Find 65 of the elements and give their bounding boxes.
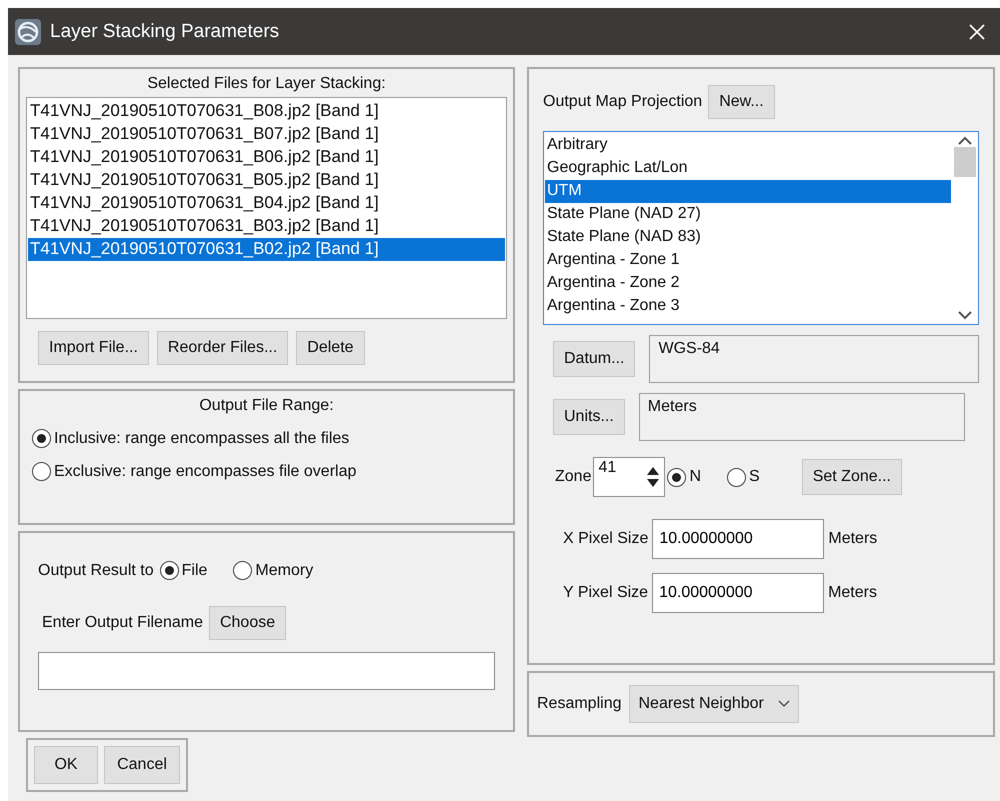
unit-label: Meters xyxy=(828,530,878,548)
globe-icon xyxy=(14,18,42,46)
chevron-down-icon xyxy=(778,700,790,708)
file-button[interactable]: Import File... xyxy=(38,331,149,365)
filename-label: Enter Output Filename xyxy=(42,614,203,632)
window-title: Layer Stacking Parameters xyxy=(50,20,280,42)
scroll-down-icon[interactable] xyxy=(958,311,972,320)
projection-list-item[interactable]: Arbitrary xyxy=(545,134,951,157)
radio-option[interactable]: N xyxy=(667,468,702,486)
radio-button[interactable] xyxy=(667,468,686,486)
file-list-item[interactable]: T41VNJ_20190510T070631_B08.jp2 [Band 1] xyxy=(28,100,505,123)
resampling-dropdown[interactable]: Nearest Neighbor xyxy=(629,685,799,723)
units-value: Meters xyxy=(638,393,965,441)
file-list-item[interactable]: T41VNJ_20190510T070631_B02.jp2 [Band 1] xyxy=(28,238,505,261)
radio-option[interactable]: S xyxy=(727,468,760,486)
scroll-thumb[interactable] xyxy=(954,147,976,177)
close-icon[interactable] xyxy=(968,22,986,40)
zone-spinner[interactable]: 41 xyxy=(593,457,666,497)
pixel-size-label: Y Pixel Size xyxy=(563,584,648,602)
file-list-item[interactable]: T41VNJ_20190510T070631_B07.jp2 [Band 1] xyxy=(28,123,505,146)
group-title: Selected Files for Layer Stacking: xyxy=(146,75,387,93)
projection-list-item[interactable]: State Plane (NAD 27) xyxy=(545,203,951,226)
file-list-item[interactable]: T41VNJ_20190510T070631_B03.jp2 [Band 1] xyxy=(28,215,505,238)
pixel-size-field[interactable]: 10.00000000 xyxy=(652,573,824,613)
set-zone-button[interactable]: Set Zone... xyxy=(802,459,902,495)
choose-button[interactable]: Choose xyxy=(208,606,286,640)
radio-button[interactable] xyxy=(32,462,51,481)
new-button[interactable]: New... xyxy=(708,85,775,119)
projection-list-item[interactable]: UTM xyxy=(545,180,951,203)
projection-list[interactable]: Arbitrary Geographic Lat/Lon UTM State Plane (NAD 27) State Plane (NAD 83) Argentina - Zone 1 Argentina - Zone 2 Argentina - Zone 3 xyxy=(543,131,979,325)
file-list-item[interactable]: T41VNJ_20190510T070631_B06.jp2 [Band 1] xyxy=(28,146,505,169)
radio-option[interactable]: File xyxy=(160,561,208,580)
file-list-item[interactable]: T41VNJ_20190510T070631_B04.jp2 [Band 1] xyxy=(28,192,505,215)
group-title: Output File Range: xyxy=(198,397,335,415)
projection-list-item[interactable]: Geographic Lat/Lon xyxy=(545,157,951,180)
file-list[interactable] xyxy=(26,97,507,319)
dialog-button[interactable]: Cancel xyxy=(104,746,180,784)
radio-option[interactable]: Memory xyxy=(233,561,314,580)
datum-value: WGS-84 xyxy=(649,335,979,383)
file-list-item[interactable]: T41VNJ_20190510T070631_B05.jp2 [Band 1] xyxy=(28,169,505,192)
filename-field[interactable] xyxy=(38,652,495,690)
resampling-label: Resampling xyxy=(537,695,622,713)
spinner-arrows-icon[interactable] xyxy=(646,466,660,488)
projection-list-item[interactable]: Argentina - Zone 2 xyxy=(545,272,951,295)
radio-option[interactable]: Exclusive: range encompasses file overlap xyxy=(32,462,501,481)
radio-button[interactable] xyxy=(233,561,252,580)
projection-list-item[interactable]: Argentina - Zone 3 xyxy=(545,295,951,318)
zone-label: Zone xyxy=(555,468,592,486)
projection-label: Output Map Projection xyxy=(543,93,702,111)
scroll-up-icon[interactable] xyxy=(958,136,972,145)
file-button[interactable]: Delete xyxy=(296,331,365,365)
units-button[interactable]: Units... xyxy=(553,399,625,435)
unit-label: Meters xyxy=(828,584,877,602)
radio-button[interactable] xyxy=(32,429,51,448)
output-label: Output Result to xyxy=(38,562,154,580)
radio-button[interactable] xyxy=(160,561,179,580)
projection-list-item[interactable]: State Plane (NAD 83) xyxy=(545,226,951,249)
file-button[interactable]: Reorder Files... xyxy=(156,331,288,365)
datum-button[interactable]: Datum... xyxy=(553,341,636,377)
projection-list-item[interactable]: Argentina - Zone 1 xyxy=(545,249,951,272)
radio-option[interactable]: Inclusive: range encompasses all the files xyxy=(32,429,501,448)
dialog-button[interactable]: OK xyxy=(34,746,98,784)
pixel-size-field[interactable]: 10.00000000 xyxy=(652,519,824,559)
radio-button[interactable] xyxy=(727,468,746,486)
pixel-size-label: X Pixel Size xyxy=(563,530,648,548)
